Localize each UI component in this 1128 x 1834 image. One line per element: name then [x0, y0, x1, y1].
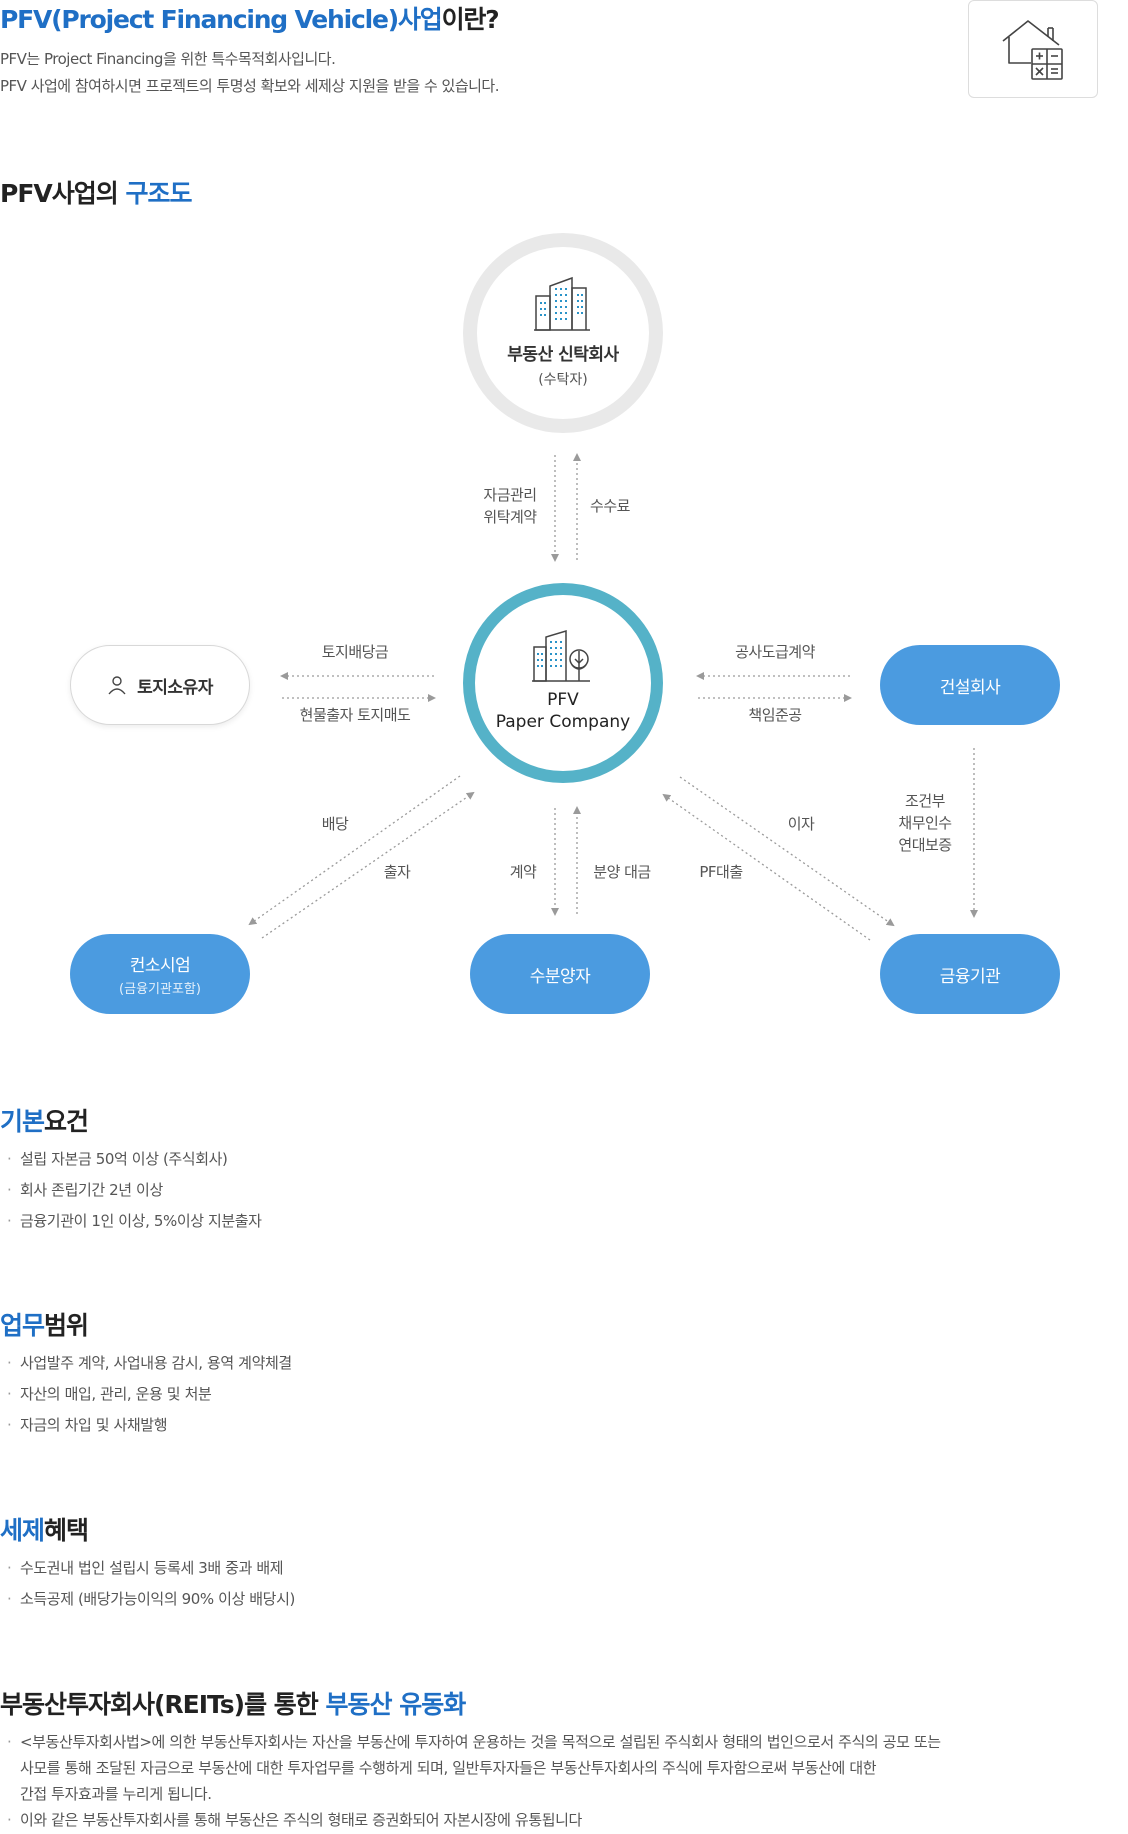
list-item: 회사 존립기간 2년 이상: [0, 1175, 262, 1206]
requirements-title-highlight: 기본: [0, 1107, 45, 1136]
reits-list: <부동산투자회사법>에 의한 부동산투자회사는 자산을 부동산에 투자하여 운용…: [0, 1729, 1100, 1833]
list-item: 금융기관이 1인 이상, 5%이상 지분출자: [0, 1206, 262, 1237]
reits-title: 부동산투자회사(REITs)를 통한 부동산 유동화: [0, 1685, 467, 1721]
list-item: 사업발주 계약, 사업내용 감시, 용역 계약체결: [0, 1348, 292, 1379]
label-fee: 수수료: [590, 497, 630, 515]
label-conditional-3: 연대보증: [898, 836, 952, 854]
tax-title: 세제혜택: [0, 1511, 89, 1547]
list-item: 자산의 매입, 관리, 운용 및 처분: [0, 1379, 292, 1410]
buyer-node: 수분양자: [470, 934, 650, 1014]
label-completion-guarantee: 책임준공: [748, 706, 802, 724]
arrow-pfv-to-consortium: [248, 775, 461, 926]
reits-title-prefix: 부동산투자회사(REITs)를 통한: [0, 1690, 326, 1719]
consortium-node: 컨소시엄 (금융기관포함): [70, 934, 250, 1014]
tax-title-highlight: 세제: [0, 1516, 45, 1545]
label-fund-management: 자금관리 위탁계약: [470, 484, 550, 528]
list-item: 수도권내 법인 설립시 등록세 3배 중과 배제: [0, 1553, 295, 1584]
scope-list: 사업발주 계약, 사업내용 감시, 용역 계약체결 자산의 매입, 관리, 운용…: [0, 1348, 292, 1441]
list-item: 소득공제 (배당가능이익의 90% 이상 배당시): [0, 1584, 295, 1615]
building-tree-icon: [532, 629, 590, 682]
label-sale-payment: 분양 대금: [593, 863, 651, 881]
consortium-label: 컨소시엄: [129, 956, 191, 976]
label-contract: 계약: [509, 863, 537, 881]
label-in-kind-investment: 현물출자 토지매도: [299, 706, 411, 724]
trust-company-node: 부동산 신탁회사 (수탁자): [463, 233, 663, 433]
scope-title: 업무범위: [0, 1306, 89, 1342]
reits-item1-line2: 사모를 통해 조달된 자금으로 부동산에 대한 투자업무를 수행하게 되며, 일…: [20, 1759, 877, 1777]
reits-item1-line1: <부동산투자회사법>에 의한 부동산투자회사는 자산을 부동산에 투자하여 운용…: [20, 1733, 941, 1751]
scope-title-suffix: 범위: [44, 1311, 89, 1340]
reits-item1-line3: 간접 투자효과를 누리게 됩니다.: [20, 1785, 212, 1803]
label-fund-management-1: 자금관리: [483, 486, 537, 504]
building-icon: [534, 276, 590, 331]
finance-label: 금융기관: [939, 966, 1001, 987]
label-fund-management-2: 위탁계약: [483, 508, 537, 526]
list-item: 설립 자본금 50억 이상 (주식회사): [0, 1144, 262, 1175]
scope-title-highlight: 업무: [0, 1311, 45, 1340]
person-icon: [108, 676, 126, 695]
landowner-label: 토지소유자: [137, 677, 213, 698]
label-interest: 이자: [787, 815, 815, 833]
label-conditional-1: 조건부: [905, 792, 945, 810]
label-land-dividend: 토지배당금: [321, 643, 389, 661]
landowner-node: 토지소유자: [70, 645, 250, 725]
buyer-label: 수분양자: [529, 966, 591, 987]
tax-list: 수도권내 법인 설립시 등록세 3배 중과 배제 소득공제 (배당가능이익의 9…: [0, 1553, 295, 1615]
label-pf-loan: PF대출: [699, 863, 743, 881]
label-investment: 출자: [383, 863, 411, 881]
label-dividend: 배당: [321, 815, 349, 833]
finance-node: 금융기관: [880, 934, 1060, 1014]
tax-title-suffix: 혜택: [44, 1516, 89, 1545]
list-item: 자금의 차입 및 사채발행: [0, 1410, 292, 1441]
pfv-subtitle: Paper Company: [495, 712, 631, 732]
construction-label: 건설회사: [939, 677, 1001, 698]
construction-node: 건설회사: [880, 645, 1060, 725]
label-construction-contract: 공사도급계약: [735, 643, 815, 661]
reits-title-highlight: 부동산 유동화: [325, 1690, 467, 1719]
pfv-node: PFV Paper Company: [463, 583, 663, 783]
arrow-pfv-to-finance: [679, 776, 895, 927]
requirements-title-suffix: 요건: [44, 1107, 89, 1136]
pfv-name: PFV: [547, 690, 579, 710]
landowner-content: 토지소유자: [107, 673, 213, 698]
requirements-list: 설립 자본금 50억 이상 (주식회사) 회사 존립기간 2년 이상 금융기관이…: [0, 1144, 262, 1237]
list-item: <부동산투자회사법>에 의한 부동산투자회사는 자산을 부동산에 투자하여 운용…: [0, 1729, 1100, 1807]
requirements-title: 기본요건: [0, 1102, 89, 1138]
trust-company-name: 부동산 신탁회사: [507, 344, 619, 365]
trust-company-sub: (수탁자): [538, 371, 588, 388]
consortium-sub: (금융기관포함): [119, 982, 201, 997]
label-conditional: 조건부 채무인수 연대보증: [885, 790, 965, 856]
label-conditional-2: 채무인수: [898, 814, 952, 832]
list-item: 이와 같은 부동산투자회사를 통해 부동산은 주식의 형태로 증권화되어 자본시…: [0, 1807, 1100, 1833]
